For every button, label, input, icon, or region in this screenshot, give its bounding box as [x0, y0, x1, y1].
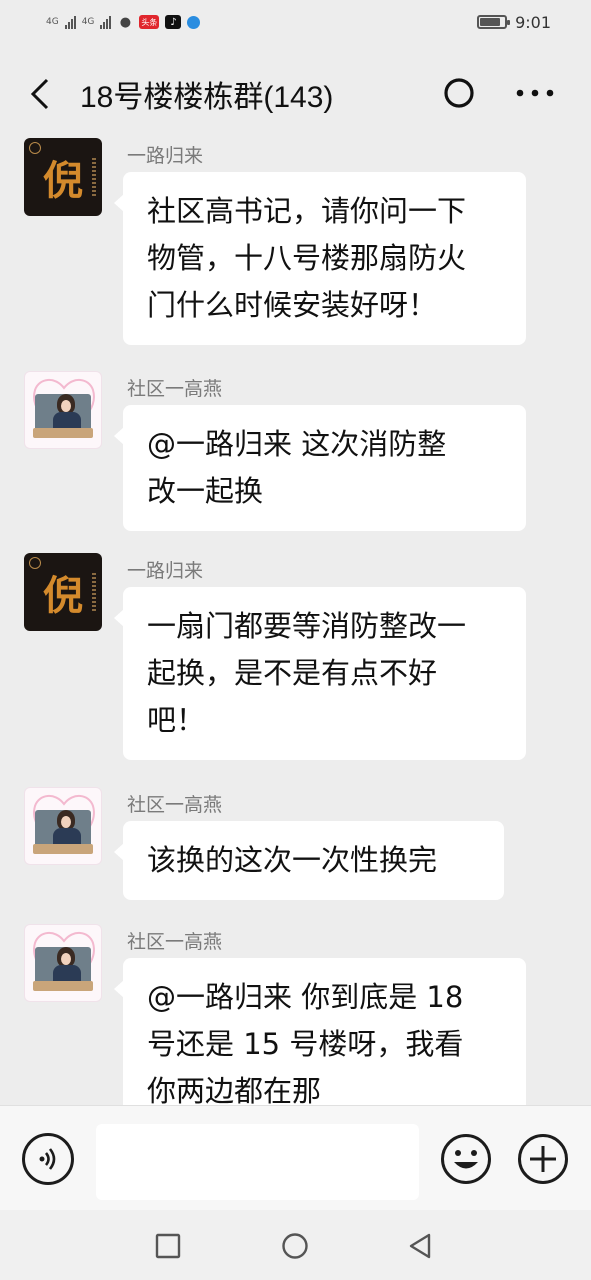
home-button[interactable]: [273, 1224, 317, 1268]
photo-face: [61, 816, 71, 828]
photo-face: [61, 400, 71, 412]
message-line: @一路归来 这次消防整: [147, 427, 447, 461]
message-input[interactable]: [96, 1124, 419, 1200]
message-line: 号还是 15 号楼呀，我看: [147, 1027, 464, 1061]
message-bubble[interactable]: 该换的这次一次性换完: [114, 821, 504, 900]
more-horizontal-icon: [516, 89, 554, 97]
message-line: 该换的这次一次性换完: [147, 843, 438, 877]
avatar[interactable]: [24, 371, 102, 449]
wechat-icon: ●: [119, 14, 132, 30]
plus-icon: [518, 1134, 568, 1184]
message-line: 改一起换: [147, 474, 264, 508]
voice-button[interactable]: [22, 1133, 74, 1185]
square-icon: [155, 1233, 181, 1259]
crest-icon: [29, 557, 41, 569]
sender-name: 社区一高燕: [127, 794, 223, 816]
circle-icon: [444, 78, 474, 108]
plus-button[interactable]: [517, 1133, 569, 1185]
sender-name: 社区一高燕: [127, 378, 223, 400]
nav-back-button[interactable]: [398, 1224, 442, 1268]
back-button[interactable]: [22, 74, 58, 114]
more-button[interactable]: [512, 74, 558, 112]
message-line: 你两边都在那: [147, 1074, 322, 1105]
refresh-button[interactable]: [440, 74, 478, 112]
emoji-icon: [441, 1134, 491, 1184]
message-bubble[interactable]: @一路归来 这次消防整 改一起换: [114, 405, 526, 531]
chevron-left-icon: [30, 78, 49, 110]
photo-desk: [33, 844, 93, 854]
avatar-stripe: [92, 573, 96, 613]
emoji-button[interactable]: [440, 1133, 492, 1185]
avatar-glyph: 倪: [43, 157, 83, 204]
battery-fill: [480, 18, 501, 26]
photo-desk: [33, 428, 93, 438]
message-line: 吧！: [147, 703, 206, 737]
network-type-2: 4G: [81, 17, 95, 27]
photo-desk: [33, 981, 93, 991]
avatar-glyph: 倪: [43, 572, 83, 619]
message-line: 物管，十八号楼那扇防火: [147, 241, 467, 275]
message-bubble[interactable]: 一扇门都要等消防整改一 起换，是不是有点不好 吧！: [114, 587, 526, 760]
tiktok-icon: ♪: [165, 15, 182, 29]
message-line: 一扇门都要等消防整改一: [147, 609, 467, 643]
voice-icon: [39, 1148, 56, 1170]
clock: 9:01: [515, 12, 551, 32]
toutiao-icon: 头条: [139, 15, 160, 29]
avatar[interactable]: 倪: [24, 138, 102, 216]
browser-icon: [187, 15, 201, 29]
input-bar: [0, 1105, 591, 1210]
network-type-1: 4G: [46, 17, 59, 27]
chat-header: 18号楼楼栋群(143): [0, 48, 591, 138]
triangle-back-icon: [409, 1233, 431, 1259]
message-bubble[interactable]: 社区高书记，请你问一下 物管，十八号楼那扇防火 门什么时候安装好呀！: [114, 172, 526, 345]
system-nav-bar: [0, 1210, 591, 1280]
photo-face: [61, 953, 71, 965]
chat-title: 18号楼楼栋群(143): [80, 81, 334, 114]
sender-name: 一路归来: [127, 560, 204, 582]
circle-icon: [282, 1233, 308, 1259]
message-line: @一路归来 你到底是 18: [147, 980, 464, 1014]
message-list[interactable]: 倪 一路归来 社区高书记，请你问一下 物管，十八号楼那扇防火 门什么时候安装好呀…: [0, 135, 591, 1105]
message-line: 社区高书记，请你问一下: [147, 194, 467, 228]
sender-name: 一路归来: [127, 145, 204, 167]
avatar-stripe: [92, 158, 96, 198]
avatar[interactable]: [24, 924, 102, 1002]
message-line: 起换，是不是有点不好: [147, 656, 438, 690]
status-left: 4G 4G ● 头条 ♪: [46, 14, 201, 30]
message-bubble[interactable]: @一路归来 你到底是 18 号还是 15 号楼呀，我看 你两边都在那: [114, 958, 526, 1105]
avatar[interactable]: 倪: [24, 553, 102, 631]
signal-icon: [64, 15, 76, 29]
sender-name: 社区一高燕: [127, 931, 223, 953]
crest-icon: [29, 142, 41, 154]
signal-icon-2: [100, 15, 112, 29]
status-right: 9:01: [477, 13, 551, 32]
battery-icon: [477, 15, 511, 29]
message-line: 门什么时候安装好呀！: [147, 288, 438, 322]
avatar[interactable]: [24, 787, 102, 865]
recent-apps-button[interactable]: [146, 1224, 190, 1268]
status-bar: 4G 4G ● 头条 ♪ 9:01: [0, 0, 591, 44]
